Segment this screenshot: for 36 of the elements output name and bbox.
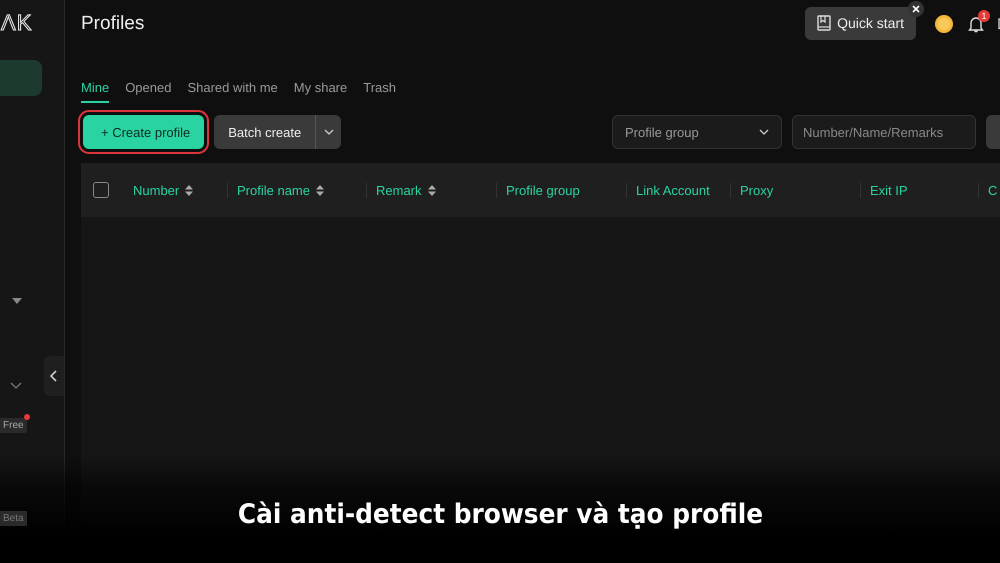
tab[interactable]: Trash xyxy=(363,74,396,103)
collapse-button[interactable] xyxy=(44,356,64,396)
column-header[interactable]: Profile name xyxy=(237,182,324,198)
sort-icon[interactable] xyxy=(316,184,324,196)
tab[interactable]: Mine xyxy=(81,74,110,103)
tab[interactable]: Shared with me xyxy=(187,74,278,103)
chevron-down-icon xyxy=(324,129,334,135)
column-header[interactable]: Profile group xyxy=(506,182,580,198)
column-header[interactable]: Remark xyxy=(376,182,436,198)
logo-text: ΛK xyxy=(1,10,32,37)
quick-start-button[interactable]: Quick start xyxy=(805,6,916,40)
column-header[interactable]: C xyxy=(988,182,998,198)
create-profile-button[interactable]: + Create profile xyxy=(83,115,204,149)
caption: Cài anti-detect browser và tạo profile xyxy=(237,499,763,530)
column-header[interactable]: Exit IP xyxy=(870,182,908,198)
select-all-checkbox[interactable] xyxy=(93,182,109,198)
book-icon xyxy=(817,15,832,31)
tab[interactable]: Opened xyxy=(125,74,172,103)
caret-icon[interactable] xyxy=(12,298,22,304)
coin-icon[interactable] xyxy=(934,14,954,34)
notification-badge: 1 xyxy=(978,10,990,22)
column-header[interactable]: Link Account xyxy=(636,182,710,198)
search-field[interactable]: Number/Name/Remarks xyxy=(792,115,976,149)
tab[interactable]: My share xyxy=(294,74,348,103)
chevron-left-icon xyxy=(50,370,58,382)
beta-badge: Beta xyxy=(0,511,27,526)
chevron-down-icon[interactable] xyxy=(10,382,22,390)
column-header[interactable]: Number xyxy=(133,182,194,198)
column-header[interactable]: Proxy xyxy=(740,182,774,198)
chevron-down-icon xyxy=(759,129,769,135)
profile-group-select[interactable]: Profile group xyxy=(612,115,782,149)
bell-icon[interactable] xyxy=(968,16,984,32)
sort-icon[interactable] xyxy=(185,184,194,196)
close-icon[interactable] xyxy=(908,0,924,16)
page-title: Profiles xyxy=(81,13,146,35)
sort-icon[interactable] xyxy=(428,184,436,196)
